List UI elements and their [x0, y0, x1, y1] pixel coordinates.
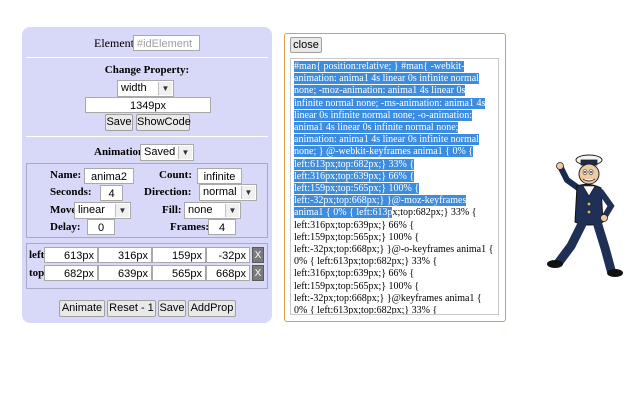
- change-property-heading: Change Property:: [104, 64, 190, 76]
- chevron-down-icon: ▼: [225, 204, 239, 217]
- left-value-input[interactable]: -32px: [206, 247, 250, 263]
- close-button[interactable]: close: [290, 37, 322, 53]
- selected-code-text: #man{ position:relative; } #man{ -webkit…: [294, 61, 486, 219]
- delay-input[interactable]: 0: [87, 219, 115, 235]
- remove-left-button[interactable]: X: [252, 247, 264, 263]
- css-code-textarea[interactable]: #man{ position:relative; } #man{ -webkit…: [290, 58, 499, 315]
- delay-label: Delay:: [50, 221, 81, 233]
- property-value-input[interactable]: 1349px: [85, 97, 211, 113]
- name-input[interactable]: anima2: [84, 168, 134, 184]
- save-property-button[interactable]: Save: [105, 114, 133, 131]
- move-select-value: linear: [78, 204, 105, 216]
- animation-select[interactable]: Saved Ar ▼: [140, 144, 194, 161]
- frames-input[interactable]: 4: [208, 219, 236, 235]
- chevron-down-icon: ▼: [241, 186, 255, 199]
- left-value-input[interactable]: 613px: [44, 247, 98, 263]
- top-row-label: top: [29, 267, 45, 279]
- left-value-input[interactable]: 316px: [98, 247, 152, 263]
- property-select[interactable]: width ▼: [117, 80, 174, 97]
- seconds-label: Seconds:: [50, 186, 92, 198]
- show-code-button[interactable]: ShowCode: [136, 114, 191, 131]
- animation-control-panel: Element: #idElement Change Property: wid…: [22, 27, 272, 323]
- save-button[interactable]: Save: [158, 300, 186, 317]
- divider: [26, 57, 268, 58]
- count-input[interactable]: infinite: [197, 168, 242, 184]
- fill-select[interactable]: none ▼: [184, 202, 241, 219]
- count-label: Count:: [159, 169, 193, 181]
- chevron-down-icon: ▼: [158, 82, 172, 95]
- fill-select-value: none: [188, 204, 213, 216]
- frames-label: Frames:: [170, 221, 210, 233]
- remove-top-button[interactable]: X: [252, 265, 264, 281]
- property-select-value: width: [121, 82, 147, 94]
- code-panel: close #man{ position:relative; } #man{ -…: [284, 33, 506, 322]
- direction-select-value: normal: [203, 186, 237, 198]
- top-value-input[interactable]: 682px: [44, 265, 98, 281]
- fill-label: Fill:: [162, 204, 182, 216]
- move-select[interactable]: linear ▼: [74, 202, 131, 219]
- code-text: x;top:682px;} 33% { left:316px;top:639px…: [294, 207, 494, 315]
- divider: [26, 136, 268, 137]
- top-value-input[interactable]: 639px: [98, 265, 152, 281]
- seconds-input[interactable]: 4: [100, 185, 123, 201]
- top-value-input[interactable]: 668px: [206, 265, 250, 281]
- left-row-label: left: [29, 249, 45, 261]
- name-label: Name:: [50, 169, 82, 181]
- running-sailor-icon: [547, 154, 623, 277]
- element-label: Element:: [94, 36, 138, 50]
- animate-button[interactable]: Animate: [59, 300, 105, 317]
- element-input[interactable]: #idElement: [133, 35, 200, 51]
- reset-button[interactable]: Reset - 1: [107, 300, 156, 317]
- top-value-input[interactable]: 565px: [152, 265, 206, 281]
- chevron-down-icon: ▼: [178, 146, 192, 159]
- chevron-down-icon: ▼: [115, 204, 129, 217]
- left-value-input[interactable]: 159px: [152, 247, 206, 263]
- add-prop-button[interactable]: AddProp: [188, 300, 236, 317]
- direction-select[interactable]: normal ▼: [199, 184, 257, 201]
- direction-label: Direction:: [144, 186, 192, 198]
